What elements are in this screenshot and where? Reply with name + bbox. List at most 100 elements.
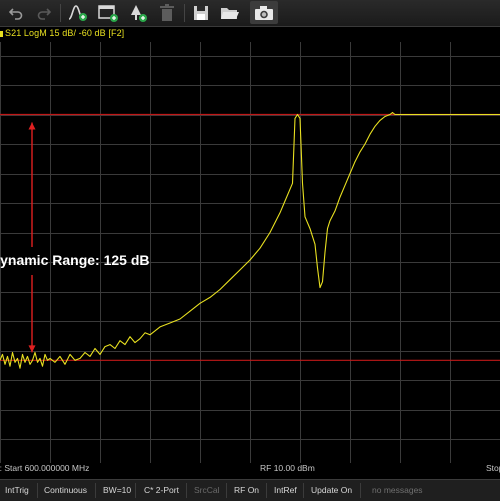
trace-point (270, 232, 271, 233)
trace-point (385, 116, 386, 117)
trace-point (315, 244, 316, 245)
trace-point (65, 364, 66, 365)
trace-point (7, 356, 8, 357)
trace-point (370, 134, 371, 135)
save-icon (192, 4, 210, 22)
status-update[interactable]: Update On (311, 485, 352, 495)
trace-point (320, 287, 321, 288)
trace-point (360, 152, 361, 153)
trace-point (292, 183, 293, 184)
trace-point (340, 197, 341, 198)
trace-point (317, 268, 318, 269)
trace-point (365, 144, 366, 145)
status-sweep-mode[interactable]: Continuous (44, 485, 87, 495)
trace-point (230, 279, 231, 280)
trace-point (322, 281, 323, 282)
trace-point (180, 319, 181, 320)
trace-point (240, 270, 241, 271)
trace-indicator[interactable] (0, 31, 3, 37)
undo-button[interactable] (6, 1, 26, 24)
trace-point (327, 228, 328, 229)
plot-area[interactable]: Dynamic Range: 125 dB (0, 42, 500, 463)
trace-point (297, 114, 298, 115)
trace-point (190, 311, 191, 312)
add-window-button[interactable] (96, 1, 120, 24)
status-separator (135, 483, 136, 498)
trace-point (30, 364, 31, 365)
trace-point (125, 344, 126, 345)
trace-point (85, 352, 86, 353)
trace-point (50, 358, 51, 359)
axis-info: Ch1: Start 600.000000 MHz RF 10.00 dBm S… (0, 463, 500, 475)
trace-point (47, 360, 48, 361)
trace-point (330, 220, 331, 221)
save-button[interactable] (190, 1, 212, 24)
trace-point (145, 332, 146, 333)
trace-point (392, 112, 393, 113)
trace-point (70, 354, 71, 355)
status-bandwidth[interactable]: BW=10 (103, 485, 131, 495)
screenshot-button[interactable] (250, 1, 278, 24)
trace-point (32, 360, 33, 361)
trace-point (20, 368, 21, 369)
camera-icon (254, 5, 274, 21)
trace-point (260, 248, 261, 249)
trace-point (55, 362, 56, 363)
stop-frequency[interactable]: Stop (486, 463, 500, 473)
trace-point (295, 118, 296, 119)
trace-point (2, 354, 3, 355)
trace-point (305, 216, 306, 217)
trace-point (160, 327, 161, 328)
trace-point (75, 360, 76, 361)
trace-point (290, 189, 291, 190)
undo-icon (9, 6, 23, 20)
trace-point (60, 356, 61, 357)
trace-header: S21 LogM 15 dB/ -60 dB [F2] (0, 27, 500, 41)
delete-button[interactable] (156, 1, 178, 24)
trace-label[interactable]: S21 LogM 15 dB/ -60 dB [F2] (5, 28, 124, 38)
status-source-cal[interactable]: SrcCal (194, 485, 220, 495)
redo-icon (37, 6, 51, 20)
redo-button[interactable] (34, 1, 54, 24)
status-reference[interactable]: IntRef (274, 485, 297, 495)
status-separator (95, 483, 96, 498)
trace-point (350, 173, 351, 174)
trace-point (475, 114, 476, 115)
trace-point (150, 334, 151, 335)
add-trace-icon (67, 3, 89, 23)
trace-point (210, 297, 211, 298)
status-separator (186, 483, 187, 498)
trace-point (355, 161, 356, 162)
trace-point (450, 114, 451, 115)
status-separator (360, 483, 361, 498)
status-separator (226, 483, 227, 498)
trace-point (95, 348, 96, 349)
status-calibration[interactable]: C* 2-Port (144, 485, 179, 495)
trace-point (15, 362, 16, 363)
trace-point (375, 126, 376, 127)
add-marker-icon (127, 3, 149, 23)
status-separator (266, 483, 267, 498)
trace-point (325, 252, 326, 253)
status-rf-power[interactable]: RF On (234, 485, 259, 495)
delete-icon (158, 3, 176, 23)
trace-point (425, 114, 426, 115)
trace-point (12, 352, 13, 353)
trace-point (400, 114, 401, 115)
rf-power[interactable]: RF 10.00 dBm (260, 463, 315, 473)
add-marker-button[interactable] (126, 1, 150, 24)
status-trigger[interactable]: IntTrig (5, 485, 29, 495)
open-button[interactable] (218, 1, 242, 24)
add-trace-button[interactable] (66, 1, 90, 24)
status-separator (37, 483, 38, 498)
trace-point (130, 336, 131, 337)
trace-point (17, 358, 18, 359)
start-frequency[interactable]: Ch1: Start 600.000000 MHz (0, 463, 89, 473)
trace-point (300, 118, 301, 119)
trace-point (285, 201, 286, 202)
trace-point (220, 289, 221, 290)
trace-point (250, 260, 251, 261)
trace-point (310, 228, 311, 229)
trace-point (10, 366, 11, 367)
trace-point (90, 356, 91, 357)
